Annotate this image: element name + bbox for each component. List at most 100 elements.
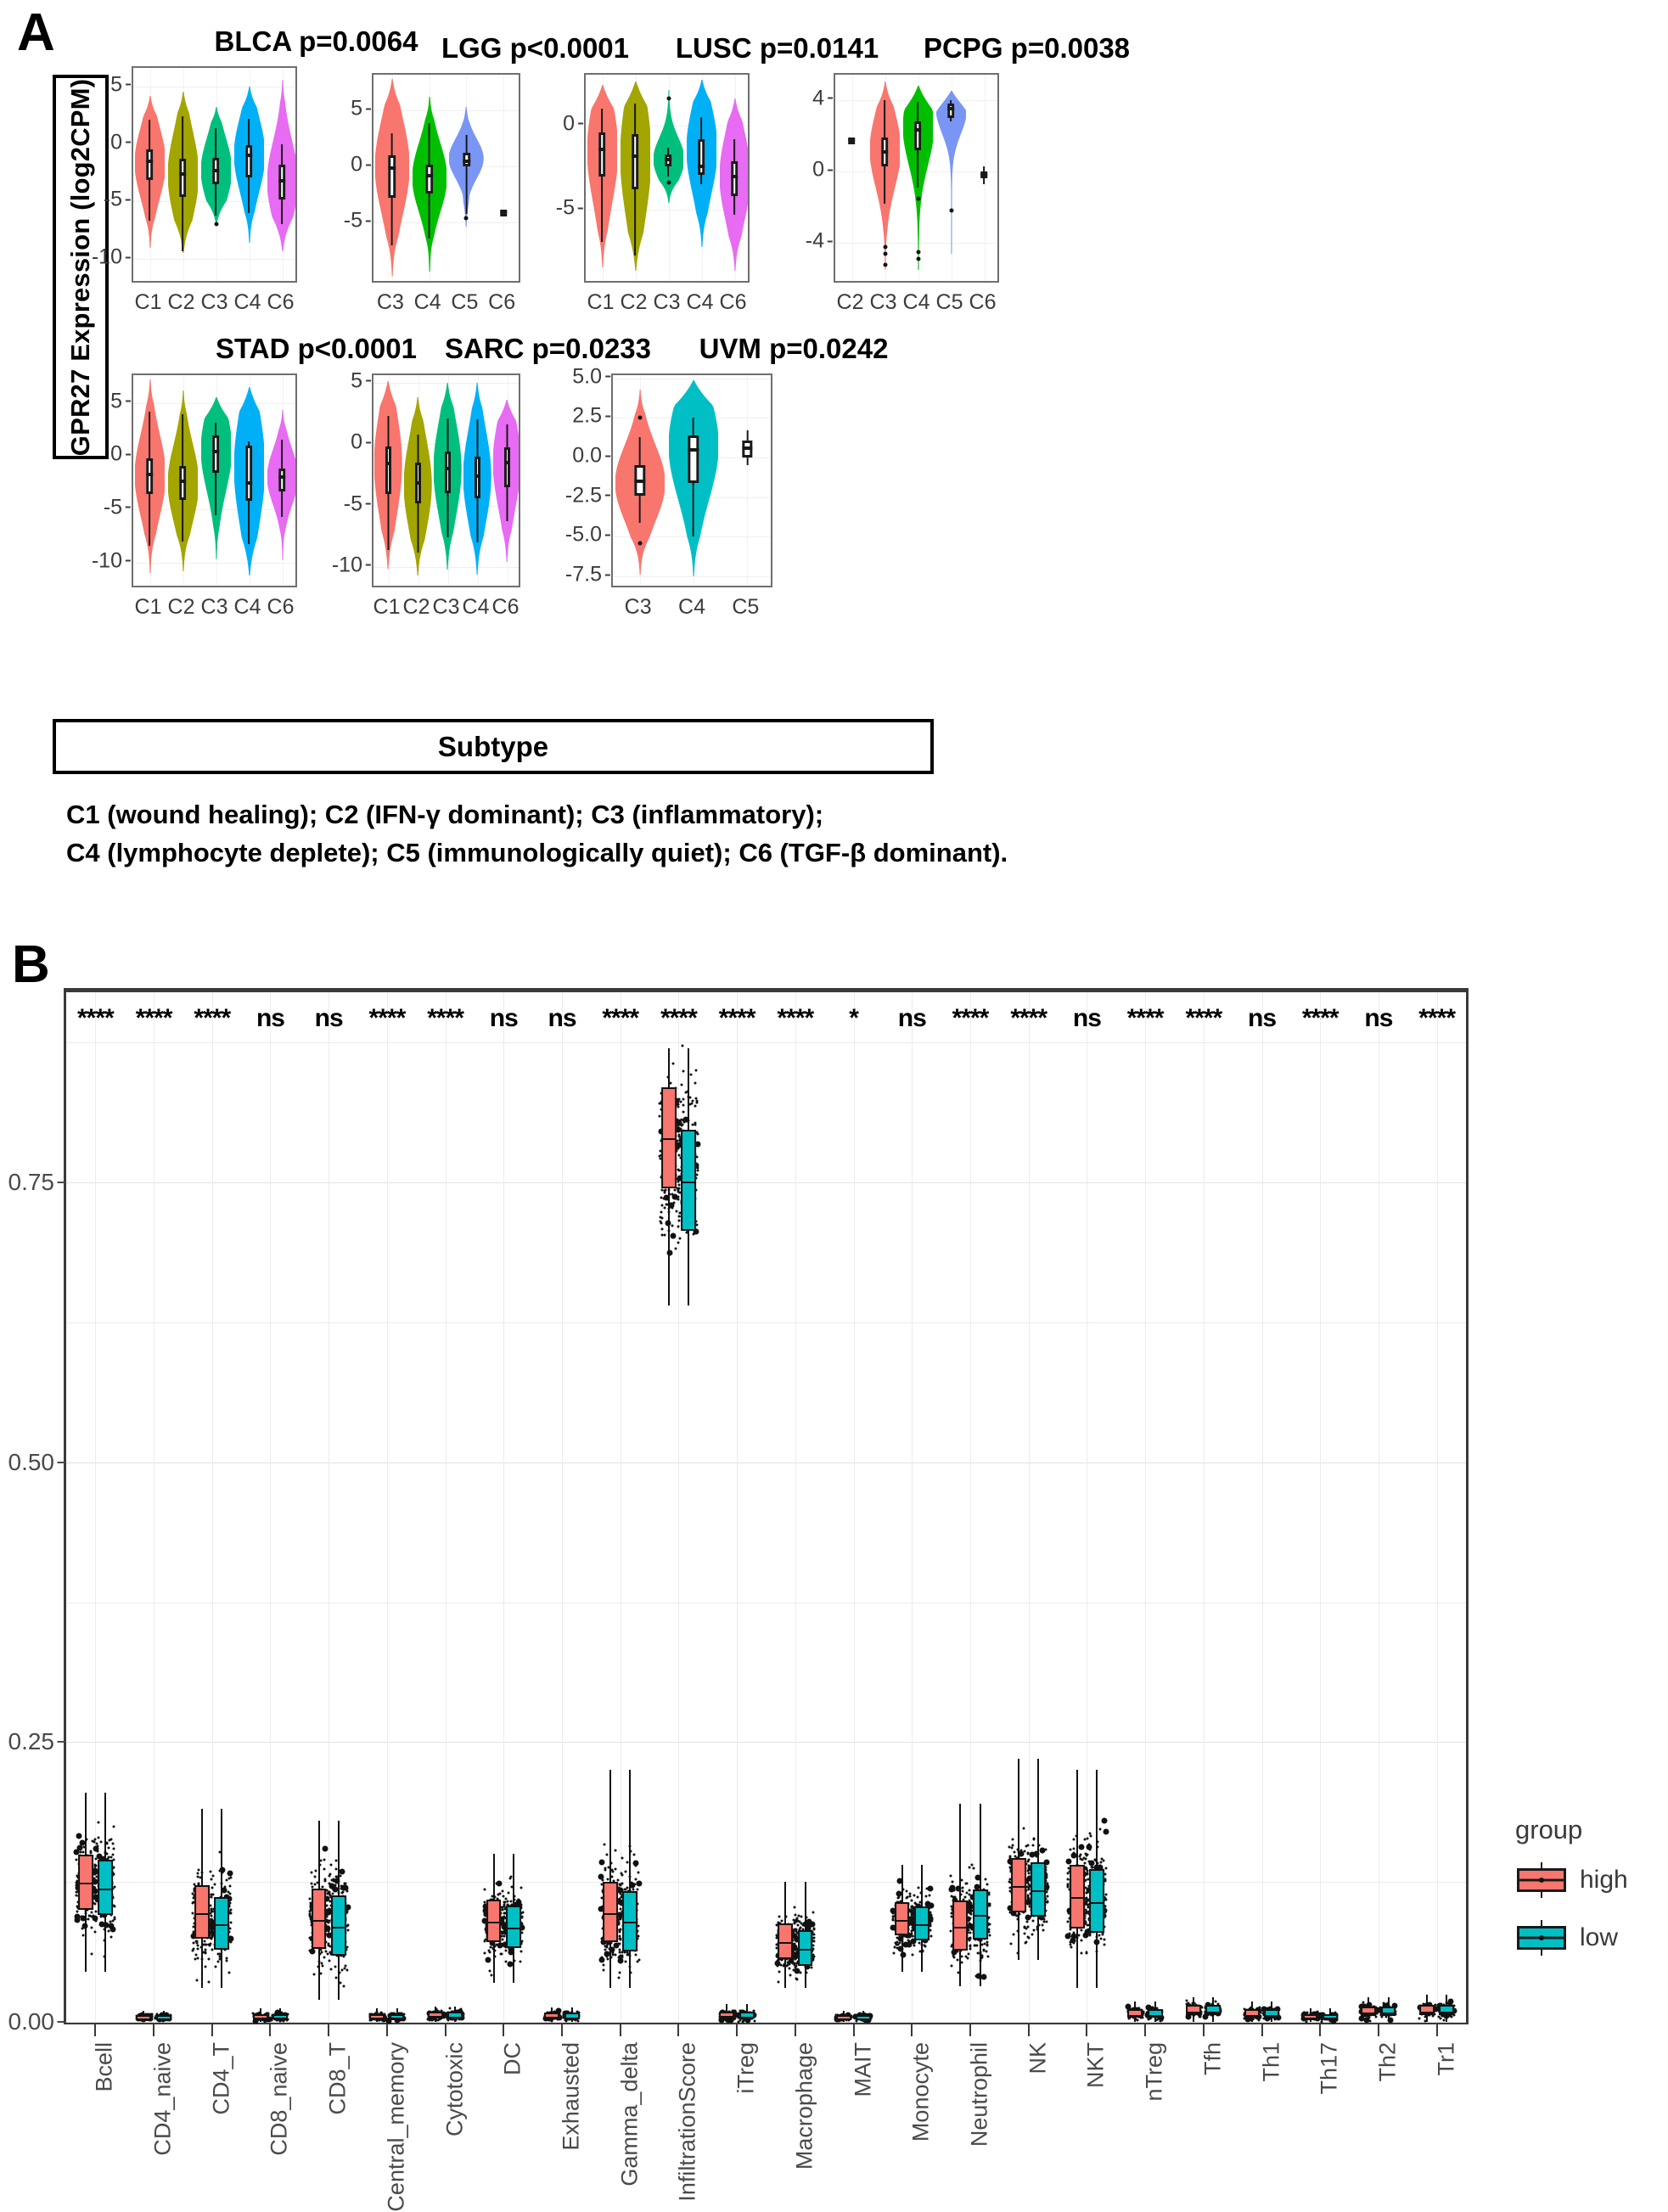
- significance-label-Gamma_delta: ****: [602, 1004, 638, 1033]
- jitter-point: [905, 1890, 907, 1893]
- whisker-lower: [143, 2020, 144, 2022]
- x-tick-label-C4: C4: [463, 587, 490, 620]
- jitter-point: [94, 1903, 97, 1906]
- jitter-point: [216, 1952, 219, 1955]
- jitter-point: [962, 1889, 964, 1892]
- median-line: [333, 1927, 345, 1928]
- jitter-point: [677, 1219, 680, 1221]
- x-tick-mark: [853, 2024, 855, 2036]
- x-tick-label-DC: DC: [500, 2042, 526, 2075]
- whisker-upper: [338, 1821, 340, 1895]
- y-tick-label: -5: [104, 495, 132, 519]
- jitter-point: [208, 1980, 211, 1983]
- jitter-point: [516, 1900, 519, 1902]
- jitter-point: [195, 1954, 198, 1957]
- median-line: [180, 480, 187, 483]
- median-line: [488, 1922, 500, 1923]
- median-line: [634, 480, 645, 483]
- jitter-point: [211, 1936, 214, 1939]
- whisker-lower: [746, 2018, 748, 2022]
- whisker-lower: [980, 1940, 981, 1986]
- jitter-point: [497, 1894, 499, 1896]
- whisker-upper: [143, 2011, 144, 2015]
- jitter-point: [691, 1102, 694, 1104]
- jitter-point: [483, 1889, 486, 1891]
- jitter-point: [969, 1889, 971, 1892]
- jitter-point: [1088, 1934, 1091, 1936]
- median-line: [99, 1889, 111, 1890]
- jitter-point: [204, 1951, 206, 1954]
- box-iqr: [599, 132, 606, 177]
- boxplot-NKT-low: [1089, 1869, 1104, 1933]
- jitter-point: [503, 1895, 505, 1897]
- x-tick-label-C4: C4: [234, 283, 261, 315]
- jitter-point: [91, 1953, 93, 1956]
- whisker-upper: [435, 2007, 436, 2013]
- jitter-point: [211, 1949, 214, 1951]
- boxplot-Macrophage-high: [778, 1923, 793, 1959]
- grid-line-v: [270, 992, 271, 2022]
- x-tick-label-nTreg: nTreg: [1142, 2042, 1168, 2102]
- jitter-point: [1031, 1933, 1033, 1935]
- jitter-point: [602, 1963, 604, 1966]
- panel-a-subtype-legend: C1 (wound healing); C2 (IFN-γ dominant);…: [66, 796, 1008, 873]
- x-tick-label-Bcell: Bcell: [92, 2042, 118, 2092]
- median-line: [1071, 1897, 1083, 1899]
- boxplot-sarc-C1: [385, 375, 391, 587]
- jitter-point: [1014, 1851, 1016, 1854]
- box-iqr: [389, 155, 396, 198]
- facet-plot-lgg: [372, 73, 520, 283]
- jitter-point: [1022, 1827, 1025, 1830]
- jitter-point: [1086, 1868, 1088, 1871]
- boxplot-sarc-C6: [504, 375, 510, 587]
- jitter-point: [917, 1886, 919, 1889]
- jitter-point: [225, 1960, 227, 1962]
- outlier-point: [883, 252, 887, 256]
- median-line: [779, 1942, 791, 1944]
- whisker-lower: [805, 1966, 806, 1989]
- x-tick-mark: [969, 2024, 971, 2036]
- outlier-point: [916, 257, 920, 261]
- jitter-point: [677, 1098, 680, 1101]
- boxplot-lusc-C6: [732, 75, 739, 283]
- x-tick-label-NK: NK: [1025, 2042, 1051, 2074]
- jitter-point: [681, 1084, 683, 1086]
- y-tick-label: 5: [110, 72, 132, 97]
- whisker-upper: [609, 1770, 611, 1882]
- jitter-point: [1031, 1844, 1034, 1846]
- boxplot-blca-C6: [279, 68, 286, 283]
- jitter-point: [502, 1938, 504, 1940]
- jitter-point: [925, 1895, 928, 1898]
- x-tick-label-C1: C1: [135, 283, 162, 315]
- boxplot-Exhausted-high: [544, 2013, 559, 2019]
- median-line: [508, 1928, 519, 1929]
- jitter-point: [618, 1976, 621, 1979]
- jitter-point: [677, 1242, 679, 1244]
- boxplot-Cytotoxic-low: [447, 2012, 463, 2018]
- jitter-point: [682, 1111, 684, 1114]
- x-tick-mark: [1028, 2024, 1030, 2036]
- grid-line-h-minor: [66, 1322, 1466, 1323]
- whisker-lower: [513, 1948, 514, 1983]
- x-tick-label-C3: C3: [201, 587, 228, 620]
- jitter-point: [1090, 1835, 1092, 1838]
- jitter-point: [795, 1978, 798, 1980]
- significance-label-Exhausted: ns: [548, 1004, 576, 1033]
- jitter-point: [949, 1886, 955, 1892]
- whisker-lower: [921, 1940, 923, 1972]
- x-tick-label-C6: C6: [969, 283, 997, 315]
- jitter-point: [795, 1971, 798, 1973]
- jitter-point: [1024, 1942, 1026, 1945]
- jitter-point: [1010, 1943, 1013, 1945]
- jitter-point: [203, 1940, 205, 1942]
- whisker-upper: [688, 1048, 689, 1130]
- whisker-lower: [221, 1950, 222, 1988]
- y-tick-label: 4: [812, 86, 834, 110]
- boxplot-Neutrophil-low: [973, 1889, 988, 1940]
- whisker-lower: [1037, 1917, 1039, 1960]
- grid-line-h-minor: [66, 1042, 1466, 1043]
- whisker-lower: [784, 1959, 786, 1989]
- jitter-point: [210, 1895, 212, 1898]
- jitter-point: [1078, 1844, 1084, 1850]
- jitter-point: [214, 1883, 216, 1885]
